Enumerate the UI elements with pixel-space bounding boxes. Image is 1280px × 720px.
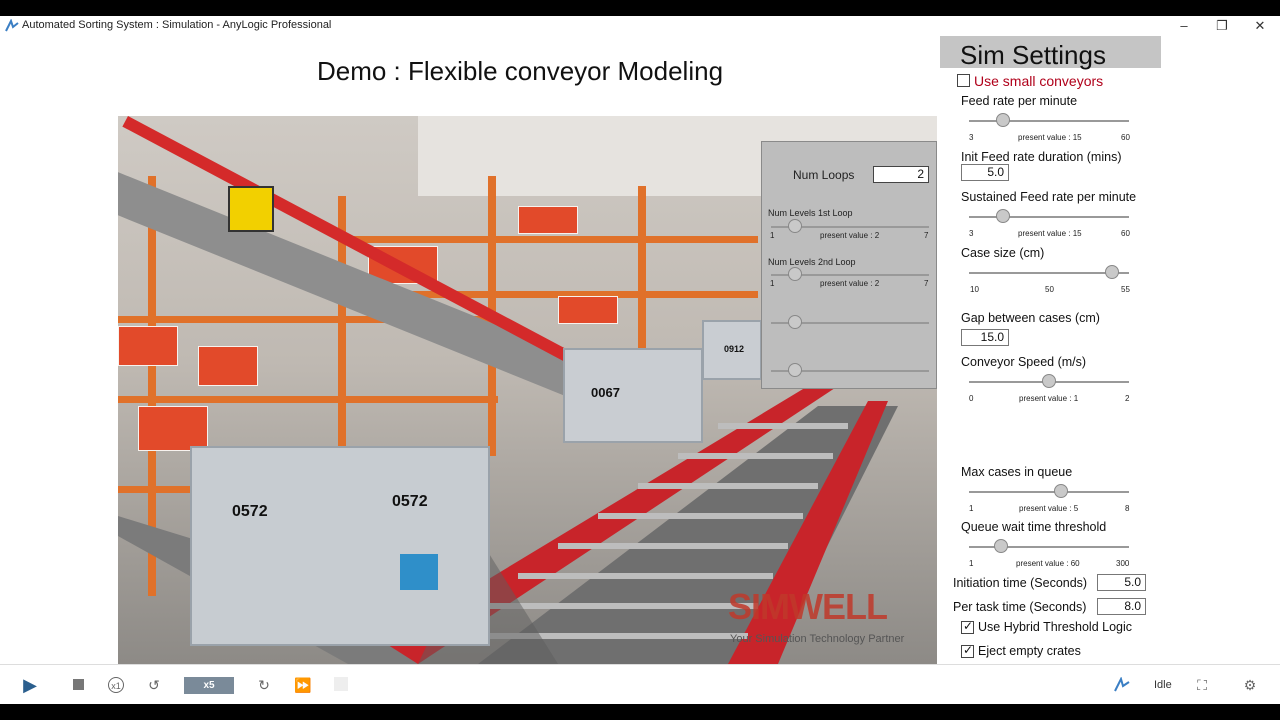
slider-max: 7: [924, 231, 929, 240]
crate: 0067: [563, 348, 703, 443]
slider-max: 60: [1121, 229, 1130, 238]
queue-wait-label: Queue wait time threshold: [961, 520, 1107, 534]
initiation-time-input[interactable]: 5.0: [1097, 574, 1146, 591]
per-task-time-input[interactable]: 8.0: [1097, 598, 1146, 615]
anylogic-logo-icon: [1114, 677, 1130, 692]
step-icon[interactable]: [333, 677, 349, 693]
slider-min: 3: [969, 133, 974, 142]
close-icon[interactable]: ✕: [1241, 16, 1279, 36]
sim-settings-heading: Sim Settings: [940, 36, 1161, 70]
stop-icon[interactable]: [70, 677, 86, 693]
simwell-logo: SIMWELL: [728, 586, 888, 627]
slider-label: Num Levels 1st Loop: [768, 208, 853, 218]
initiation-time-label: Initiation time (Seconds): [953, 576, 1088, 590]
levels-loop2-slider[interactable]: [788, 267, 802, 281]
num-loops-label: Num Loops: [793, 168, 855, 182]
crate-label: 0572: [232, 503, 268, 520]
slider-mid: 50: [1045, 285, 1054, 294]
restore-icon[interactable]: ❐: [1203, 16, 1241, 36]
init-feed-duration-input[interactable]: 5.0: [961, 164, 1009, 181]
max-cases-queue-label: Max cases in queue: [961, 465, 1073, 479]
slider-present: present value : 60: [1016, 559, 1080, 568]
slider-max: 55: [1121, 285, 1130, 294]
run-until-icon[interactable]: ⏩: [294, 677, 311, 693]
simulation-toolbar: ▶ x1 ↺ x5 ↻ ⏩ Idle ⛶ ⚙: [0, 664, 1280, 704]
slider-max: 2: [1125, 394, 1130, 403]
levels-loop1-slider[interactable]: [788, 219, 802, 233]
feed-rate-slider[interactable]: [996, 113, 1010, 127]
slider-present: present value : 15: [1018, 133, 1082, 142]
scanner-device: [400, 554, 438, 590]
crate: 0912: [702, 320, 762, 380]
sustained-feed-label: Sustained Feed rate per minute: [961, 190, 1137, 204]
slider-track: [969, 216, 1129, 218]
window-title: Automated Sorting System : Simulation - …: [22, 19, 332, 31]
speed-x1-icon[interactable]: x1: [108, 677, 124, 693]
minimize-icon[interactable]: –: [1165, 16, 1203, 36]
slider-present: present value : 1: [1019, 394, 1079, 403]
num-loops-input[interactable]: 2: [873, 166, 929, 183]
slider-track: [969, 120, 1129, 122]
use-small-conveyors-label: Use small conveyors: [974, 73, 1104, 89]
eject-empty-checkbox[interactable]: [961, 643, 974, 658]
crate-label: 0912: [724, 344, 745, 354]
sustained-feed-slider[interactable]: [996, 209, 1010, 223]
gap-between-cases-input[interactable]: 15.0: [961, 329, 1009, 346]
crate: 0572 0572: [190, 446, 490, 646]
bottom-black-band: [0, 704, 1280, 720]
slider-max: 8: [1125, 504, 1130, 513]
conveyor-speed-slider[interactable]: [1042, 374, 1056, 388]
hidden-slider-3[interactable]: [788, 315, 802, 329]
model-canvas: Demo : Flexible conveyor Modeling 0572 0…: [0, 36, 1280, 664]
slider-min: 1: [969, 559, 974, 568]
queue-wait-slider[interactable]: [994, 539, 1008, 553]
per-task-time-label: Per task time (Seconds): [953, 600, 1087, 614]
slider-min: 1: [770, 279, 775, 288]
slider-min: 1: [969, 504, 974, 513]
slider-track: [969, 546, 1129, 548]
settings-icon[interactable]: ⚙: [1242, 677, 1258, 693]
case-size-slider[interactable]: [1105, 265, 1119, 279]
fullscreen-icon[interactable]: ⛶: [1194, 677, 1210, 693]
slider-min: 10: [970, 285, 979, 294]
slider-label: Num Levels 2nd Loop: [768, 257, 856, 267]
simwell-tagline: Your Simulation Technology Partner: [730, 633, 905, 645]
slider-present: present value : 5: [1019, 504, 1079, 513]
slider-present: present value : 2: [820, 231, 880, 240]
hidden-slider-4[interactable]: [788, 363, 802, 377]
slider-min: 1: [770, 231, 775, 240]
case-size-label: Case size (cm): [961, 246, 1045, 260]
use-small-conveyors-checkbox[interactable]: [957, 74, 970, 87]
hybrid-logic-checkbox[interactable]: [961, 619, 974, 634]
speed-up-icon[interactable]: ↻: [256, 677, 272, 693]
conveyor-speed-label: Conveyor Speed (m/s): [961, 355, 1087, 369]
demo-title: Demo : Flexible conveyor Modeling: [316, 56, 724, 86]
slider-max: 60: [1121, 133, 1130, 142]
anylogic-app-icon: [5, 19, 19, 32]
crate-label: 0067: [591, 385, 620, 400]
slider-present: present value : 15: [1018, 229, 1082, 238]
feed-rate-label: Feed rate per minute: [961, 94, 1078, 108]
gap-between-cases-label: Gap between cases (cm): [961, 311, 1100, 325]
slider-min: 3: [969, 229, 974, 238]
max-cases-queue-slider[interactable]: [1054, 484, 1068, 498]
slow-down-icon[interactable]: ↺: [146, 677, 162, 693]
init-feed-duration-label: Init Feed rate duration (mins): [961, 150, 1122, 164]
slider-min: 0: [969, 394, 974, 403]
eject-empty-label: Eject empty crates: [978, 644, 1081, 658]
slider-present: present value : 2: [820, 279, 880, 288]
loops-panel: Num Loops 2 Num Levels 1st Loop 1 presen…: [761, 141, 937, 389]
play-icon[interactable]: ▶: [22, 676, 38, 694]
speed-indicator: x5: [184, 677, 234, 694]
top-black-band: [0, 0, 1280, 16]
slider-max: 7: [924, 279, 929, 288]
hybrid-logic-label: Use Hybrid Threshold Logic: [978, 620, 1133, 634]
status-text: Idle: [1154, 679, 1172, 691]
slider-max: 300: [1116, 559, 1130, 568]
window-titlebar: Automated Sorting System : Simulation - …: [0, 16, 1280, 36]
slider-track: [969, 491, 1129, 493]
crate-label: 0572: [392, 493, 428, 510]
